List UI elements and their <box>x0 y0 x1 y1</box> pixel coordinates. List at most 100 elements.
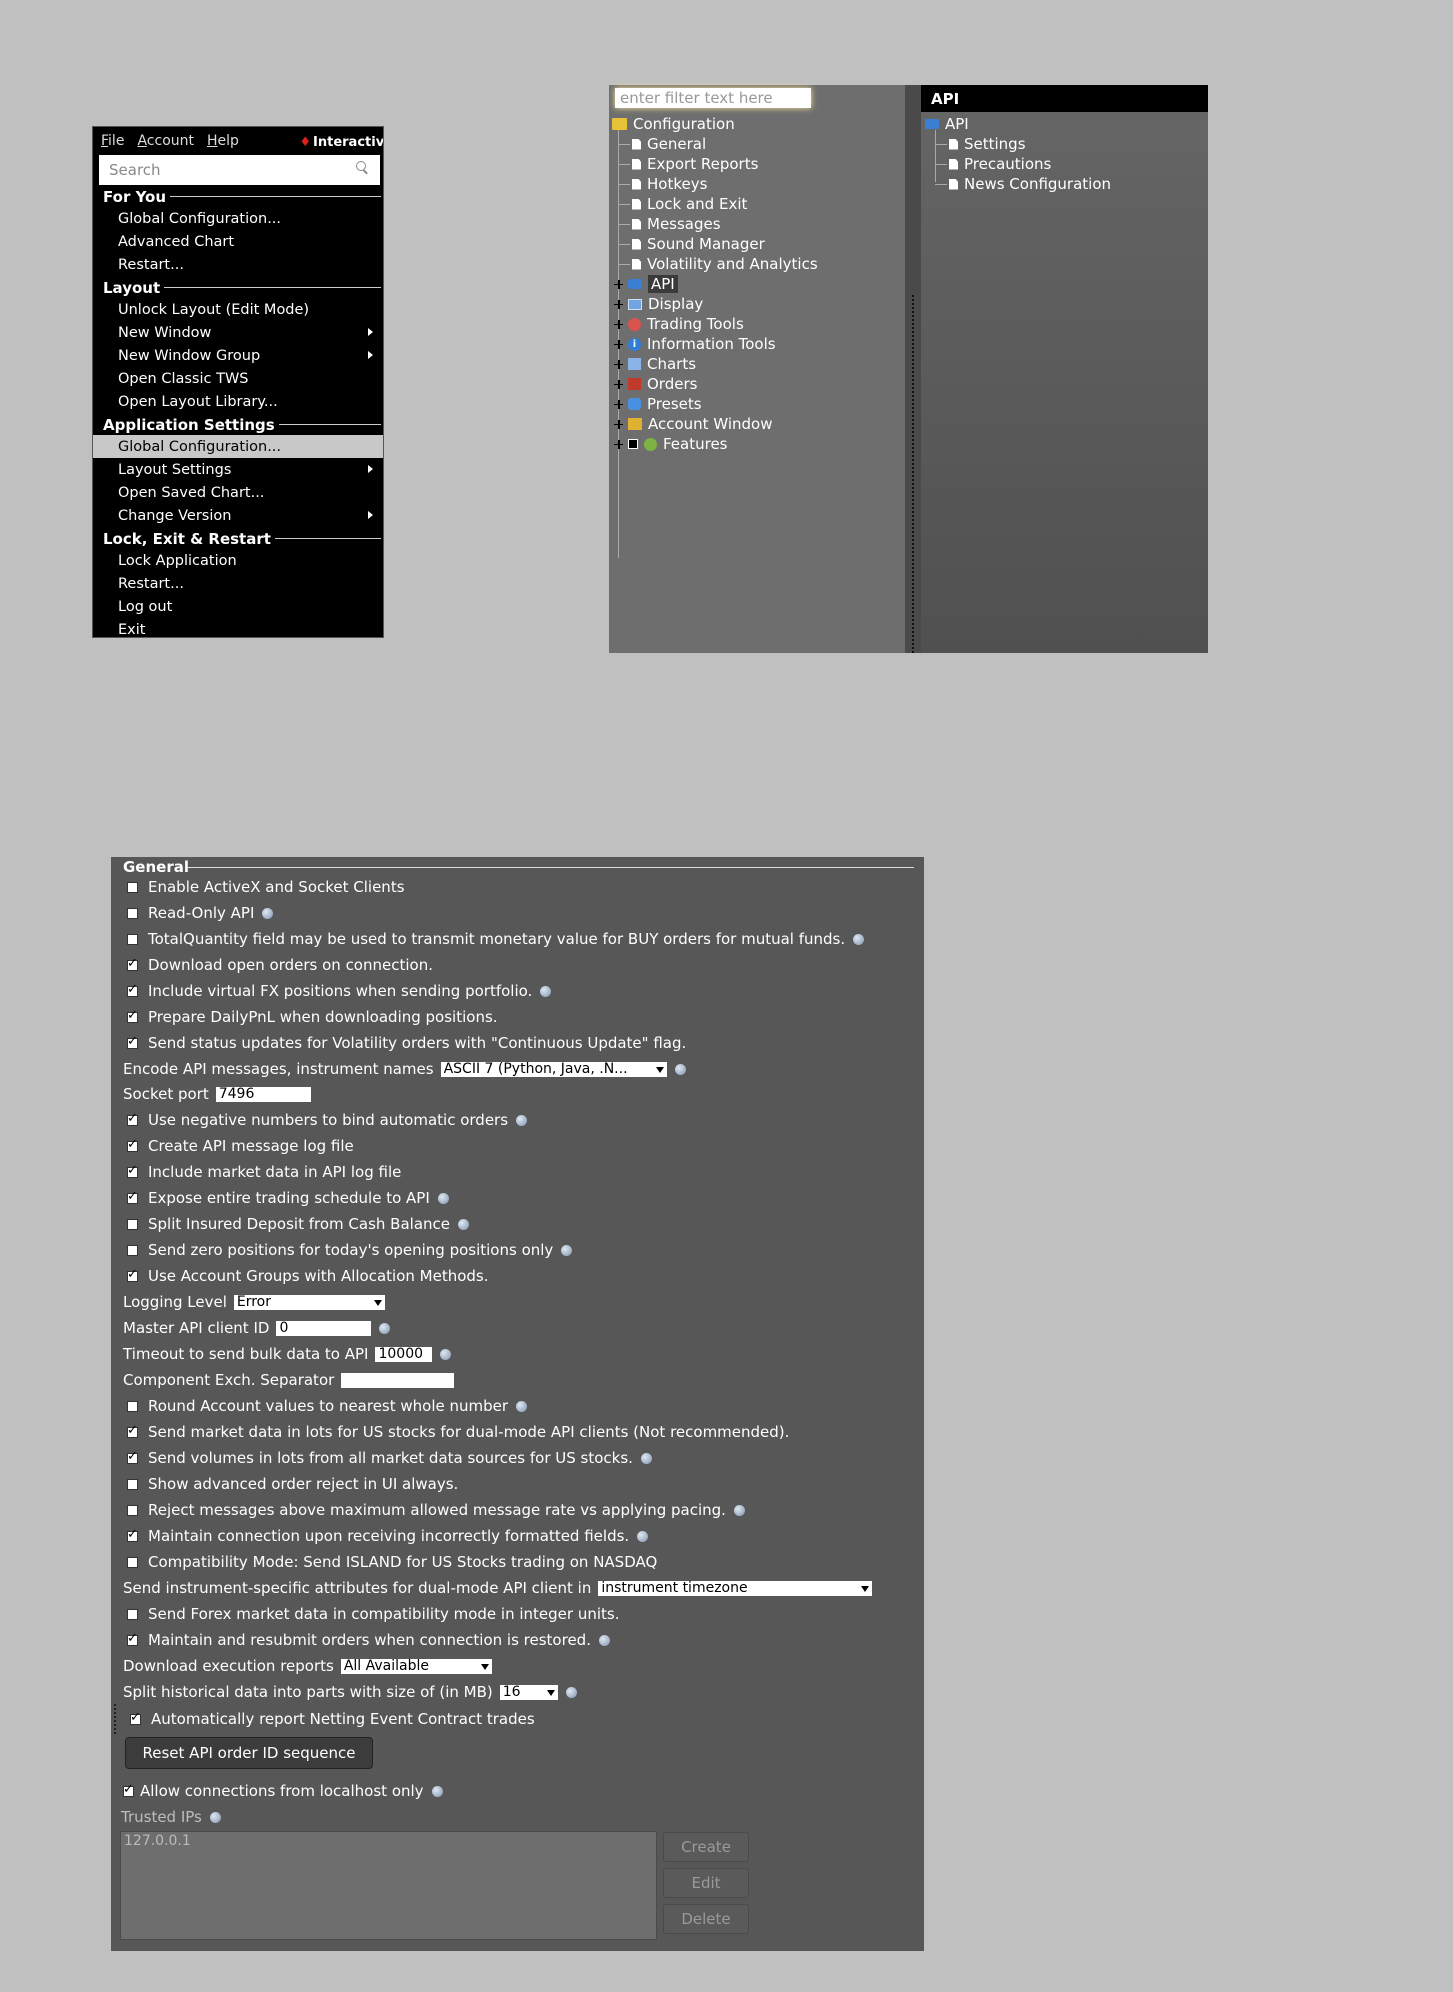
tree-node-hotkeys[interactable]: Hotkeys <box>632 174 707 194</box>
expand-icon[interactable] <box>614 399 623 409</box>
tree-node-export-reports[interactable]: Export Reports <box>632 154 758 174</box>
create-button[interactable]: Create <box>663 1832 749 1862</box>
help-icon[interactable] <box>637 1530 649 1542</box>
help-icon[interactable] <box>440 1348 452 1360</box>
tree-node-general[interactable]: General <box>632 134 706 154</box>
setting-dropdown[interactable]: ASCII 7 (Python, Java, .N... <box>440 1061 667 1077</box>
menu-item-new-window-group[interactable]: New Window Group <box>93 344 383 367</box>
tree-node-sound-manager[interactable]: Sound Manager <box>632 234 765 254</box>
setting-checkbox[interactable] <box>127 1556 138 1568</box>
filter-input[interactable]: enter filter text here <box>615 88 811 108</box>
delete-button[interactable]: Delete <box>663 1904 749 1934</box>
menu-item-new-window[interactable]: New Window <box>93 321 383 344</box>
expand-icon[interactable] <box>614 279 623 289</box>
help-icon[interactable] <box>561 1244 573 1256</box>
setting-checkbox[interactable] <box>127 933 138 945</box>
setting-input[interactable]: 7496 <box>215 1086 311 1102</box>
setting-dropdown[interactable]: 16 <box>499 1684 558 1700</box>
tree-node-api[interactable]: API <box>614 274 678 294</box>
expand-icon[interactable] <box>614 359 623 369</box>
setting-checkbox[interactable] <box>127 956 138 971</box>
menu-item-change-version[interactable]: Change Version <box>93 504 383 527</box>
checkbox-icon[interactable] <box>628 439 638 449</box>
setting-checkbox[interactable] <box>127 881 138 893</box>
setting-checkbox[interactable] <box>127 1218 138 1230</box>
tree-node-configuration[interactable]: Configuration <box>612 114 735 134</box>
setting-input[interactable]: 10000 <box>375 1346 433 1362</box>
menu-item-log-out[interactable]: Log out <box>93 595 383 618</box>
dropdown-arrow-icon[interactable] <box>546 1689 555 1696</box>
tree-node-features[interactable]: Features <box>614 434 728 454</box>
setting-checkbox[interactable] <box>127 1189 138 1204</box>
help-icon[interactable] <box>209 1811 221 1823</box>
help-icon[interactable] <box>565 1686 577 1698</box>
help-icon[interactable] <box>640 1452 652 1464</box>
setting-dropdown[interactable]: instrument timezone <box>598 1580 873 1596</box>
tree-node-lock-and-exit[interactable]: Lock and Exit <box>632 194 747 214</box>
setting-checkbox[interactable] <box>127 1608 138 1620</box>
help-icon[interactable] <box>437 1192 449 1204</box>
menu-search-input[interactable]: Search <box>99 155 380 185</box>
tree-node-volatility-and-analytics[interactable]: Volatility and Analytics <box>632 254 818 274</box>
help-icon[interactable] <box>540 985 552 997</box>
expand-icon[interactable] <box>614 319 623 329</box>
expand-icon[interactable] <box>614 419 623 429</box>
trusted-ips-list[interactable]: 127.0.0.1 <box>120 1831 657 1940</box>
menu-account[interactable]: Account <box>137 133 194 149</box>
menu-file[interactable]: File <box>101 133 124 149</box>
setting-checkbox[interactable] <box>127 1267 138 1282</box>
setting-checkbox[interactable] <box>127 1111 138 1126</box>
help-icon[interactable] <box>379 1322 391 1334</box>
setting-checkbox[interactable] <box>127 1527 138 1542</box>
setting-checkbox[interactable] <box>130 1710 141 1725</box>
setting-checkbox[interactable] <box>127 1504 138 1516</box>
search-icon[interactable] <box>356 161 366 171</box>
splitter-grip[interactable] <box>912 295 914 653</box>
help-icon[interactable] <box>516 1400 528 1412</box>
setting-checkbox[interactable] <box>127 1478 138 1490</box>
tree-node-display[interactable]: Display <box>614 294 703 314</box>
expand-icon[interactable] <box>614 379 623 389</box>
trusted-ip-item[interactable]: 127.0.0.1 <box>124 1833 653 1849</box>
setting-checkbox[interactable] <box>127 1163 138 1178</box>
menu-item-open-classic-tws[interactable]: Open Classic TWS <box>93 367 383 390</box>
edit-button[interactable]: Edit <box>663 1868 749 1898</box>
dropdown-arrow-icon[interactable] <box>861 1585 870 1592</box>
setting-checkbox[interactable] <box>127 1423 138 1438</box>
menu-item-exit[interactable]: Exit <box>93 618 383 638</box>
dropdown-arrow-icon[interactable] <box>655 1066 664 1073</box>
menu-item-layout-settings[interactable]: Layout Settings <box>93 458 383 481</box>
setting-checkbox[interactable] <box>127 1137 138 1152</box>
detail-node-api[interactable]: API <box>925 114 969 134</box>
menu-item-global-configuration[interactable]: Global Configuration... <box>93 435 383 458</box>
setting-checkbox[interactable] <box>127 907 138 919</box>
setting-checkbox[interactable] <box>127 1449 138 1464</box>
menu-item-open-saved-chart[interactable]: Open Saved Chart... <box>93 481 383 504</box>
setting-checkbox[interactable] <box>127 1244 138 1256</box>
setting-input[interactable] <box>341 1372 455 1388</box>
help-icon[interactable] <box>853 933 865 945</box>
setting-dropdown[interactable]: All Available <box>340 1658 492 1674</box>
setting-checkbox[interactable] <box>127 1008 138 1023</box>
help-icon[interactable] <box>431 1785 443 1797</box>
tree-node-account-window[interactable]: Account Window <box>614 414 772 434</box>
resize-grip[interactable] <box>114 1704 116 1734</box>
setting-input[interactable]: 0 <box>276 1320 372 1336</box>
menu-help[interactable]: Help <box>207 133 239 149</box>
setting-checkbox[interactable] <box>127 1034 138 1049</box>
dropdown-arrow-icon[interactable] <box>480 1663 489 1670</box>
tree-node-trading-tools[interactable]: Trading Tools <box>614 314 744 334</box>
expand-icon[interactable] <box>614 339 623 349</box>
setting-checkbox[interactable] <box>127 982 138 997</box>
menu-item-restart[interactable]: Restart... <box>93 572 383 595</box>
help-icon[interactable] <box>516 1114 528 1126</box>
tree-node-information-tools[interactable]: i Information Tools <box>614 334 776 354</box>
tree-node-presets[interactable]: Presets <box>614 394 702 414</box>
expand-icon[interactable] <box>614 439 623 449</box>
menu-item-advanced-chart[interactable]: Advanced Chart <box>93 230 383 253</box>
menu-item-global-configuration[interactable]: Global Configuration... <box>93 207 383 230</box>
tree-node-charts[interactable]: Charts <box>614 354 696 374</box>
menu-item-open-layout-library[interactable]: Open Layout Library... <box>93 390 383 413</box>
detail-node-news-configuration[interactable]: News Configuration <box>949 174 1111 194</box>
dropdown-arrow-icon[interactable] <box>373 1299 382 1306</box>
